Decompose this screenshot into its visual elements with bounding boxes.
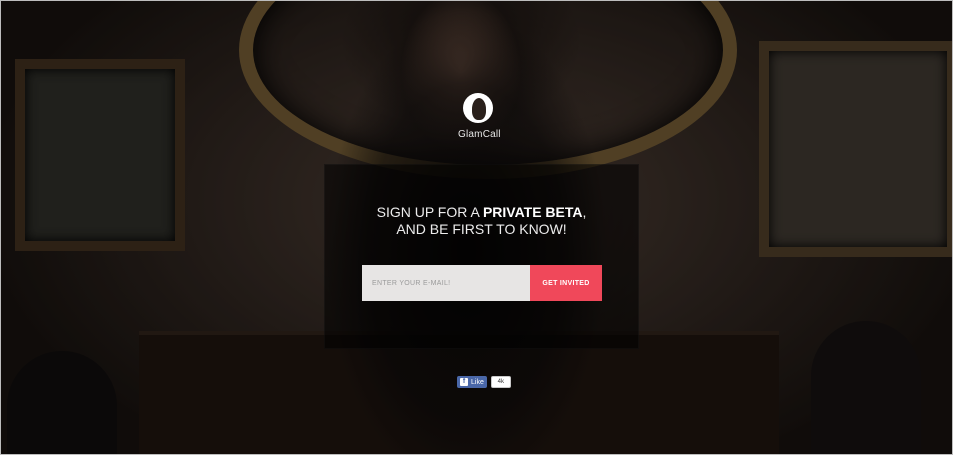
email-input[interactable] [362,265,530,301]
signup-form: GET INVITED [362,265,602,301]
brand-logo: GlamCall [458,93,501,153]
facebook-like-button[interactable]: f Like [457,376,487,388]
get-invited-button[interactable]: GET INVITED [530,265,602,301]
headline-prefix: SIGN UP FOR A [376,204,483,220]
page-background: GlamCall SIGN UP FOR A PRIVATE BETA, AND… [0,0,953,455]
headline-suffix: , [582,204,587,220]
brand-logo-icon [463,93,493,123]
headline-line2: AND BE FIRST TO KNOW! [396,221,567,237]
brand-name: GlamCall [458,129,501,140]
facebook-like-label: Like [471,378,484,386]
headline-bold: PRIVATE BETA [482,204,583,220]
facebook-icon: f [460,378,468,386]
signup-headline: SIGN UP FOR A PRIVATE BETA, AND BE FIRST… [324,204,639,238]
signup-panel: SIGN UP FOR A PRIVATE BETA, AND BE FIRST… [324,164,639,349]
facebook-like: f Like 4k [457,376,511,388]
facebook-like-count: 4k [490,376,511,388]
